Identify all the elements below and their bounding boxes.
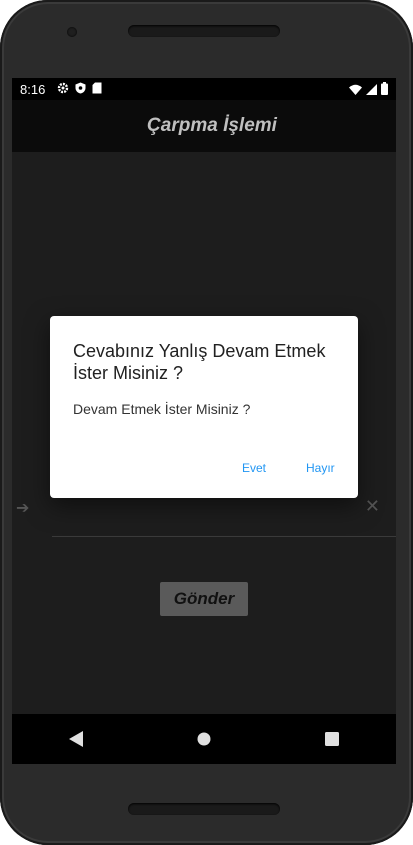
arrow-left-icon: ➔ (16, 500, 30, 517)
bottom-speaker (128, 803, 280, 815)
status-time: 8:16 (20, 81, 46, 97)
yes-button[interactable]: Evet (242, 461, 266, 475)
page-title: Çarpma İşlemi (147, 115, 277, 136)
gear-icon (57, 82, 69, 97)
recents-icon[interactable] (312, 719, 352, 759)
status-left-icons (57, 82, 102, 97)
home-icon[interactable] (184, 719, 224, 759)
wifi-icon (349, 83, 362, 98)
no-button[interactable]: Hayır (306, 461, 335, 475)
app-bar: Çarpma İşlemi (12, 100, 396, 152)
shield-icon (75, 82, 86, 97)
input-underline (52, 536, 396, 537)
front-camera (67, 27, 77, 37)
status-right-icons (349, 82, 388, 98)
top-speaker (128, 25, 280, 37)
screen: 8:16 Çarpma İşlemi ➔ ✕ Gönder Cevabınız … (12, 78, 396, 764)
submit-button[interactable]: Gönder (160, 582, 248, 616)
dialog-message: Devam Etmek İster Misiniz ? (73, 401, 251, 417)
dialog-title: Cevabınız Yanlış Devam Etmek İster Misin… (73, 341, 326, 383)
alert-dialog: Cevabınız Yanlış Devam Etmek İster Misin… (50, 316, 358, 498)
battery-icon (381, 82, 388, 98)
navigation-bar (12, 714, 396, 764)
close-icon: ✕ (364, 496, 380, 516)
status-bar: 8:16 (12, 78, 396, 100)
sd-card-icon (92, 82, 102, 97)
phone-frame: 8:16 Çarpma İşlemi ➔ ✕ Gönder Cevabınız … (0, 0, 413, 845)
back-icon[interactable] (56, 719, 96, 759)
signal-icon (366, 83, 377, 98)
